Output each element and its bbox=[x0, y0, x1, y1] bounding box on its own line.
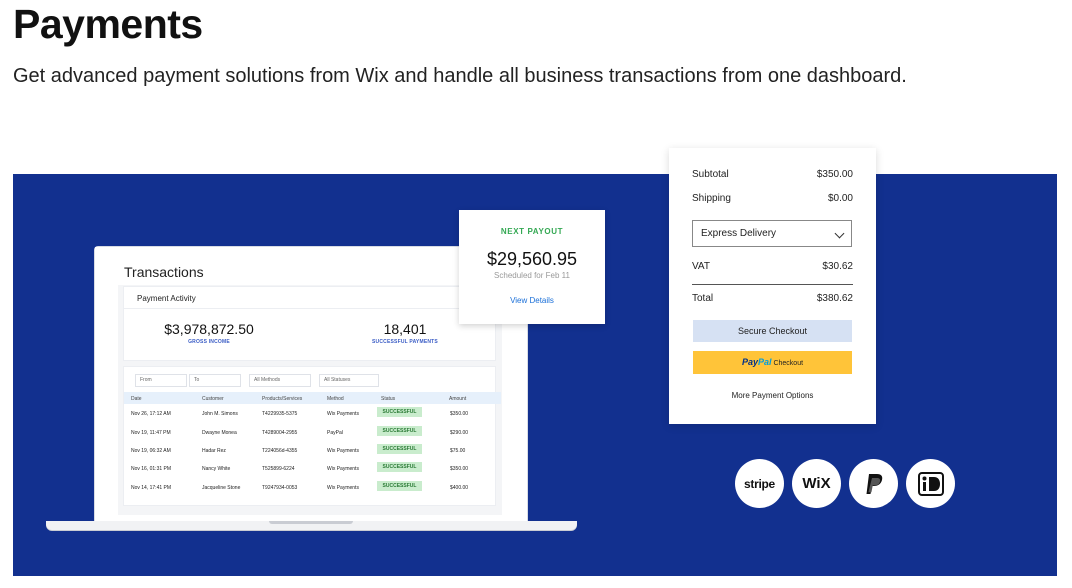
table-row[interactable]: Nov 26, 17:12 AM John M. Simons T4229935… bbox=[124, 407, 495, 425]
subtotal-row: Subtotal $350.00 bbox=[692, 169, 853, 180]
row-method: Wix Payments bbox=[327, 411, 359, 417]
wix-logo: WiX bbox=[792, 459, 841, 508]
paypal-checkout-label: Checkout bbox=[773, 360, 804, 367]
gross-income-caption: GROSS INCOME bbox=[188, 339, 230, 345]
subtotal-value: $350.00 bbox=[816, 169, 853, 180]
paypal-checkout-button[interactable]: PayPal Checkout bbox=[693, 351, 852, 374]
paypal-logo-pal: Pal bbox=[757, 357, 772, 367]
row-amount: $75.00 bbox=[450, 448, 466, 454]
paypal-logo-pay: Pay bbox=[741, 357, 758, 367]
col-date: Date bbox=[131, 396, 142, 402]
row-date: Nov 19, 11:47 PM bbox=[131, 430, 171, 436]
status-badge: SUCCESSFUL bbox=[377, 407, 422, 417]
status-badge: SUCCESSFUL bbox=[377, 426, 422, 436]
row-customer: Jacqueline Stone bbox=[202, 485, 241, 491]
row-amount: $350.00 bbox=[450, 466, 469, 472]
row-customer: Hadar Rez bbox=[202, 448, 226, 454]
row-product: T9247934-0053 bbox=[262, 485, 298, 491]
dashboard-body: Payment Activity $3,978,872.50 GROSS INC… bbox=[118, 285, 502, 515]
row-method: Wix Payments bbox=[327, 485, 359, 491]
vat-value: $30.62 bbox=[822, 261, 853, 272]
row-date: Nov 26, 17:12 AM bbox=[131, 411, 171, 417]
methods-filter[interactable]: All Methods bbox=[250, 375, 310, 386]
vat-label: VAT bbox=[692, 261, 710, 272]
from-date-filter[interactable]: From bbox=[136, 375, 186, 386]
delivery-option: Express Delivery bbox=[701, 228, 777, 239]
total-label: Total bbox=[692, 293, 714, 304]
shipping-row: Shipping $0.00 bbox=[692, 193, 853, 204]
row-method: PayPal bbox=[327, 430, 343, 436]
table-header: Date Customer Products/Services Method S… bbox=[124, 392, 501, 404]
row-method: Wix Payments bbox=[327, 448, 359, 454]
paypal-icon bbox=[866, 473, 882, 494]
total-value: $380.62 bbox=[816, 293, 853, 304]
ideal-icon bbox=[917, 471, 944, 496]
next-payout-card: NEXT PAYOUT $29,560.95 Scheduled for Feb… bbox=[459, 210, 605, 324]
row-amount: $350.00 bbox=[450, 411, 469, 417]
ideal-logo bbox=[906, 459, 955, 508]
col-method: Method bbox=[327, 396, 344, 402]
stripe-logo: stripe bbox=[735, 459, 784, 508]
col-products: Products/Services bbox=[262, 396, 303, 402]
total-row: Total $380.62 bbox=[692, 293, 853, 304]
to-date-filter[interactable]: To bbox=[190, 375, 240, 386]
row-product: T525899-6224 bbox=[262, 466, 295, 472]
row-product: T224056d-4355 bbox=[262, 448, 298, 454]
row-customer: Nancy White bbox=[202, 466, 231, 472]
successful-payments-value: 18,401 bbox=[383, 321, 427, 337]
stats-panel: $3,978,872.50 GROSS INCOME 18,401 SUCCES… bbox=[124, 309, 495, 360]
view-details-link[interactable]: View Details bbox=[459, 296, 605, 305]
status-badge: SUCCESSFUL bbox=[377, 444, 422, 454]
col-status: Status bbox=[381, 396, 396, 402]
payment-activity-header: Payment Activity bbox=[124, 287, 495, 309]
shipping-value: $0.00 bbox=[827, 193, 853, 204]
page-title: Payments bbox=[13, 1, 203, 47]
successful-payments-caption: SUCCESSFUL PAYMENTS bbox=[372, 339, 438, 345]
page-subtitle: Get advanced payment solutions from Wix … bbox=[13, 65, 907, 87]
secure-checkout-button[interactable]: Secure Checkout bbox=[693, 320, 852, 342]
statuses-filter[interactable]: All Statuses bbox=[320, 375, 378, 386]
row-date: Nov 14, 17:41 PM bbox=[131, 485, 172, 491]
next-payout-label: NEXT PAYOUT bbox=[500, 227, 564, 236]
row-product: T4289004-2955 bbox=[262, 430, 298, 436]
payment-activity-label: Payment Activity bbox=[137, 294, 196, 303]
subtotal-label: Subtotal bbox=[692, 169, 729, 180]
status-badge: SUCCESSFUL bbox=[377, 462, 422, 472]
status-badge: SUCCESSFUL bbox=[377, 481, 422, 491]
divider bbox=[692, 284, 853, 285]
row-customer: John M. Simons bbox=[202, 411, 238, 417]
col-amount: Amount bbox=[449, 396, 467, 402]
gross-income-value: $3,978,872.50 bbox=[164, 321, 254, 337]
row-amount: $400.00 bbox=[450, 485, 469, 491]
row-customer: Dwayne Monea bbox=[202, 430, 237, 436]
checkout-card: Subtotal $350.00 Shipping $0.00 Express … bbox=[669, 148, 876, 424]
table-row[interactable]: Nov 19, 11:47 PM Dwayne Monea T4289004-2… bbox=[124, 426, 495, 444]
more-payment-options-link[interactable]: More Payment Options bbox=[669, 391, 876, 400]
stripe-wordmark: stripe bbox=[744, 476, 775, 491]
paypal-logo bbox=[849, 459, 898, 508]
row-amount: $290.00 bbox=[450, 430, 469, 436]
wix-wordmark: WiX bbox=[802, 475, 831, 492]
next-payout-amount: $29,560.95 bbox=[486, 249, 578, 269]
laptop-notch bbox=[269, 521, 353, 524]
row-method: Wix Payments bbox=[327, 466, 359, 472]
vat-row: VAT $30.62 bbox=[692, 261, 853, 272]
chevron-down-icon bbox=[834, 228, 845, 239]
table-row[interactable]: Nov 14, 17:41 PM Jacqueline Stone T92479… bbox=[124, 481, 495, 499]
payout-schedule: Scheduled for Feb 11 bbox=[494, 271, 570, 280]
col-customer: Customer bbox=[202, 396, 224, 402]
table-row[interactable]: Nov 16, 01:31 PM Nancy White T525899-622… bbox=[124, 462, 495, 480]
transactions-table: From To All Methods All Statuses Date Cu… bbox=[124, 367, 501, 505]
row-date: Nov 16, 01:31 PM bbox=[131, 466, 172, 472]
row-date: Nov 19, 06:32 AM bbox=[131, 448, 171, 454]
transactions-title: Transactions bbox=[124, 264, 204, 280]
table-row[interactable]: Nov 19, 06:32 AM Hadar Rez T224056d-4355… bbox=[124, 444, 495, 462]
delivery-select[interactable]: Express Delivery bbox=[692, 220, 852, 247]
row-product: T4229935-5375 bbox=[262, 411, 298, 417]
shipping-label: Shipping bbox=[692, 193, 731, 204]
